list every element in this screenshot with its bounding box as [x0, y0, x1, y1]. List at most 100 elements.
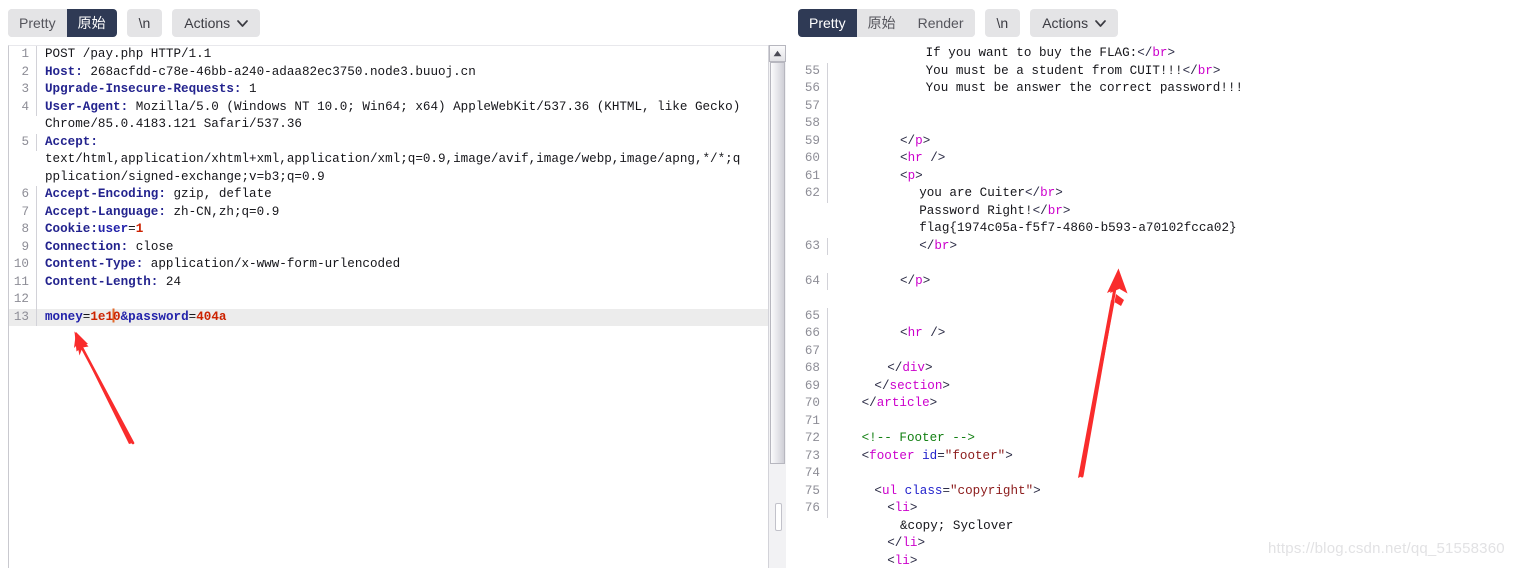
token-txt: You must be a student from CUIT!!! [925, 63, 1183, 78]
request-line[interactable]: 13 money=1e10&password=404a [9, 308, 768, 327]
token-punct: </ [1137, 46, 1153, 60]
request-line[interactable]: 10 Content-Type: application/x-www-form-u… [9, 256, 768, 274]
scroll-up-arrow-icon[interactable] [769, 45, 786, 62]
equals: = [128, 222, 136, 236]
request-scrollbar-thumb[interactable] [770, 62, 785, 464]
token-blank [836, 256, 844, 270]
token-punct: = [942, 483, 950, 498]
response-line[interactable]: 62 you are Cuiter</br> [792, 185, 1520, 203]
response-line[interactable]: 69 </section> [792, 377, 1520, 396]
request-line[interactable]: 2 Host: 268acfdd-c78e-46bb-a240-adaa82ec3… [9, 63, 768, 81]
request-actions-button[interactable]: Actions [172, 9, 261, 37]
token-punct: > [915, 168, 923, 183]
line-number: 62 [792, 185, 828, 203]
response-line-text: <!-- Footer --> [828, 430, 975, 448]
request-line[interactable]: 8 Cookie:user=1 [9, 221, 768, 239]
response-line[interactable]: If you want to buy the FLAG:</br> [792, 45, 1520, 63]
response-line[interactable]: Password Right!</br> [792, 203, 1520, 221]
token-punct: > [1167, 46, 1176, 60]
response-line[interactable]: 68 </div> [792, 360, 1520, 378]
request-view-mode-group[interactable]: Pretty 原始 [8, 9, 117, 37]
header-name: Upgrade-Insecure-Requests: [45, 82, 242, 96]
body-value-password: 404a [196, 309, 227, 324]
request-line[interactable]: 3 Upgrade-Insecure-Requests: 1 [9, 81, 768, 99]
response-line[interactable]: 72 <!-- Footer --> [792, 430, 1520, 448]
response-code-viewport[interactable]: If you want to buy the FLAG:</br> 55 You m… [792, 45, 1520, 568]
line-number: 66 [792, 325, 828, 343]
request-line[interactable]: 7 Accept-Language: zh-CN,zh;q=0.9 [9, 203, 768, 221]
request-line[interactable]: Chrome/85.0.4183.121 Safari/537.36 [9, 116, 768, 134]
response-line[interactable]: 55 You must be a student from CUIT!!!</br… [792, 62, 1520, 80]
token-attr: id [922, 448, 938, 463]
response-view-mode-group[interactable]: Pretty 原始 Render [798, 9, 975, 37]
request-line[interactable]: 1 POST /pay.php HTTP/1.1 [9, 46, 768, 64]
line-number: 67 [792, 342, 828, 360]
response-line-text: flag{1974c05a-f5f7-4860-b593-a70102fcca0… [828, 220, 1236, 238]
token-txt: Password Right! [919, 203, 1033, 218]
response-tab-render[interactable]: Render [906, 9, 975, 37]
header-value: 24 [158, 274, 182, 289]
request-line[interactable]: 4 User-Agent: Mozilla/5.0 (Windows NT 10.… [9, 98, 768, 116]
response-line[interactable]: 65 [792, 307, 1520, 325]
line-number: 58 [792, 115, 828, 133]
response-tab-raw[interactable]: 原始 [856, 9, 907, 37]
response-line[interactable]: 74 [792, 465, 1520, 483]
request-line-text: money=1e10&password=404a [37, 308, 227, 327]
response-line[interactable]: 67 [792, 342, 1520, 360]
response-line-text: You must be answer the correct password!… [828, 80, 1243, 98]
request-line[interactable]: 12 [9, 291, 768, 309]
request-line[interactable]: 9 Connection: close [9, 238, 768, 256]
response-line-text: &copy; Syclover [828, 518, 1013, 536]
response-line[interactable]: &copy; Syclover [792, 518, 1520, 536]
response-line[interactable] [792, 290, 1520, 308]
request-line[interactable]: text/html,application/xhtml+xml,applicat… [9, 151, 768, 169]
request-tab-pretty[interactable]: Pretty [8, 9, 67, 37]
header-name: Content-Type: [45, 257, 144, 271]
response-line[interactable]: 56 You must be answer the correct passwor… [792, 80, 1520, 98]
request-line[interactable]: 6 Accept-Encoding: gzip, deflate [9, 186, 768, 204]
response-line[interactable]: 75 <ul class="copyright"> [792, 482, 1520, 501]
response-line[interactable]: 64 </p> [792, 272, 1520, 290]
response-line[interactable]: 61 <p> [792, 167, 1520, 185]
response-line[interactable]: 63 </br> [792, 237, 1520, 255]
response-line[interactable] [792, 255, 1520, 273]
response-line[interactable]: 71 [792, 412, 1520, 431]
line-number: 11 [9, 273, 37, 291]
response-line[interactable]: flag{1974c05a-f5f7-4860-b593-a70102fcca0… [792, 220, 1520, 238]
response-line-text [828, 290, 844, 308]
request-vertical-scrollbar[interactable] [768, 45, 786, 568]
token-aval: "footer" [944, 448, 1006, 463]
response-line-text [828, 465, 844, 483]
response-line[interactable]: 57 [792, 97, 1520, 115]
request-scrollbar-grip[interactable] [775, 503, 782, 531]
response-line[interactable]: 73 <footer id="footer"> [792, 447, 1520, 465]
request-line[interactable]: 11 Content-Length: 24 [9, 273, 768, 291]
response-line[interactable]: 58 [792, 115, 1520, 133]
request-code-viewport[interactable]: 1 POST /pay.php HTTP/1.1 2 Host: 268acfdd-c… [8, 45, 768, 568]
response-line[interactable]: 70 </article> [792, 395, 1520, 413]
response-line-text: <ul class="copyright"> [828, 483, 1040, 501]
token-blank [836, 309, 844, 323]
line-number: 59 [792, 132, 828, 150]
line-number: 64 [792, 272, 828, 290]
response-line[interactable]: 59 </p> [792, 132, 1520, 150]
response-line[interactable]: 76 <li> [792, 500, 1520, 518]
line-number: 70 [792, 395, 828, 413]
response-line-text [828, 413, 844, 431]
line-number: 55 [792, 62, 828, 80]
request-line-text: text/html,application/xhtml+xml,applicat… [37, 151, 740, 169]
request-newline-button[interactable]: \n [126, 9, 163, 37]
response-tab-pretty[interactable]: Pretty [798, 9, 857, 37]
token-punct: </ [887, 536, 903, 550]
request-line[interactable]: 5 Accept: [9, 133, 768, 151]
response-line[interactable]: 60 <hr /> [792, 150, 1520, 168]
token-punct: > [917, 536, 925, 550]
token-punct: < [887, 553, 895, 568]
response-line-text: </section> [828, 378, 950, 396]
request-line[interactable]: pplication/signed-exchange;v=b3;q=0.9 [9, 169, 768, 187]
response-line[interactable]: 66 <hr /> [792, 325, 1520, 343]
response-actions-button[interactable]: Actions [1030, 9, 1119, 37]
token-punct: < [874, 483, 882, 498]
request-tab-raw[interactable]: 原始 [66, 9, 117, 37]
response-newline-button[interactable]: \n [984, 9, 1021, 37]
